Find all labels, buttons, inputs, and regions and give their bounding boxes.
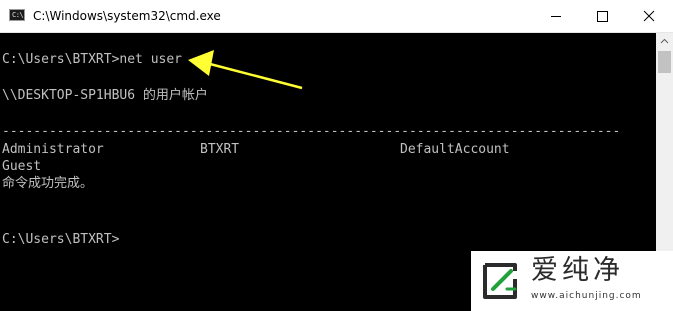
account-btxrt: BTXRT <box>200 142 240 157</box>
close-button[interactable] <box>625 0 673 32</box>
minimize-button[interactable] <box>533 0 579 32</box>
result-message: 命令成功完成。 <box>2 176 94 191</box>
command-line: C:\Users\BTXRT>net user <box>2 52 183 67</box>
watermark-url: www.aichunjing.com <box>531 291 642 301</box>
close-icon <box>643 10 655 22</box>
watermark-name: 爱纯净 <box>531 255 624 286</box>
watermark-logo-icon <box>483 263 517 299</box>
command-prompt: C:\Users\BTXRT> <box>2 232 120 247</box>
watermark: 爱纯净 www.aichunjing.com <box>471 251 673 311</box>
scroll-thumb[interactable] <box>658 51 671 73</box>
separator-line: ----------------------------------------… <box>2 124 621 139</box>
minimize-icon <box>551 16 561 17</box>
scroll-up-button[interactable] <box>656 33 673 50</box>
chevron-up-icon <box>660 38 669 44</box>
account-administrator: Administrator <box>2 142 104 157</box>
account-guest: Guest <box>2 159 42 174</box>
user-accounts-header: \\DESKTOP-SP1HBU6 的用户帐户 <box>2 88 208 103</box>
cmd-icon[interactable]: C:\ <box>9 9 25 21</box>
account-defaultaccount: DefaultAccount <box>400 142 510 157</box>
maximize-icon <box>597 11 608 22</box>
maximize-button[interactable] <box>579 0 625 32</box>
title-bar[interactable]: C:\ C:\Windows\system32\cmd.exe <box>0 0 673 33</box>
cmd-window: C:\ C:\Windows\system32\cmd.exe C:\Users… <box>0 0 673 311</box>
window-title: C:\Windows\system32\cmd.exe <box>33 9 221 23</box>
cmd-icon-label: C:\ <box>12 11 24 19</box>
